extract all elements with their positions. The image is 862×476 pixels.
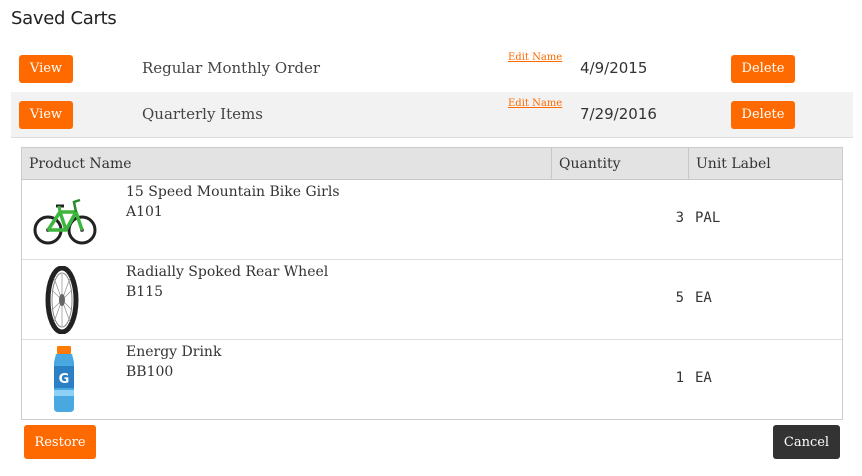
svg-text:G: G (59, 372, 70, 387)
product-name: Energy Drink (126, 344, 222, 360)
column-header-quantity: Quantity (552, 148, 689, 180)
product-unit-label: EA (695, 370, 712, 386)
table-row: G Energy Drink BB100 1 EA (22, 340, 842, 420)
page-title: Saved Carts (11, 8, 117, 29)
cart-name: Quarterly Items (142, 105, 263, 123)
product-name: Radially Spoked Rear Wheel (126, 264, 329, 280)
edit-name-link[interactable]: Edit Name (508, 98, 562, 109)
cart-date: 4/9/2015 (580, 59, 648, 77)
product-quantity: 1 (675, 370, 684, 386)
product-name: 15 Speed Mountain Bike Girls (126, 184, 340, 200)
saved-cart-row-selected: View Quarterly Items Edit Name 7/29/2016… (11, 92, 853, 138)
table-header: Product Name Quantity Unit Label (22, 148, 842, 180)
wheel-image (30, 265, 100, 335)
product-unit-label: PAL (695, 210, 721, 226)
cart-products-table: Product Name Quantity Unit Label 15 Spee… (21, 147, 843, 420)
view-cart-button[interactable]: View (19, 55, 73, 83)
cancel-button[interactable]: Cancel (773, 425, 840, 459)
edit-name-link[interactable]: Edit Name (508, 52, 562, 63)
delete-cart-button[interactable]: Delete (731, 101, 795, 129)
column-header-product-name: Product Name (22, 148, 552, 180)
product-quantity: 3 (675, 210, 684, 226)
product-sku: B115 (126, 284, 164, 300)
product-unit-label: EA (695, 290, 712, 306)
restore-button[interactable]: Restore (24, 425, 96, 459)
product-sku: BB100 (126, 364, 174, 380)
table-row: 15 Speed Mountain Bike Girls A101 3 PAL (22, 180, 842, 260)
column-header-unit-label: Unit Label (696, 156, 771, 172)
drink-bottle-image: G (30, 346, 100, 414)
product-quantity: 5 (675, 290, 684, 306)
view-cart-button[interactable]: View (19, 101, 73, 129)
cart-date: 7/29/2016 (580, 105, 657, 123)
saved-cart-row: View Regular Monthly Order Edit Name 4/9… (11, 46, 853, 92)
product-sku: A101 (126, 204, 163, 220)
table-row: Radially Spoked Rear Wheel B115 5 EA (22, 260, 842, 340)
delete-cart-button[interactable]: Delete (731, 55, 795, 83)
bike-image (30, 186, 100, 254)
cart-name: Regular Monthly Order (142, 59, 321, 77)
